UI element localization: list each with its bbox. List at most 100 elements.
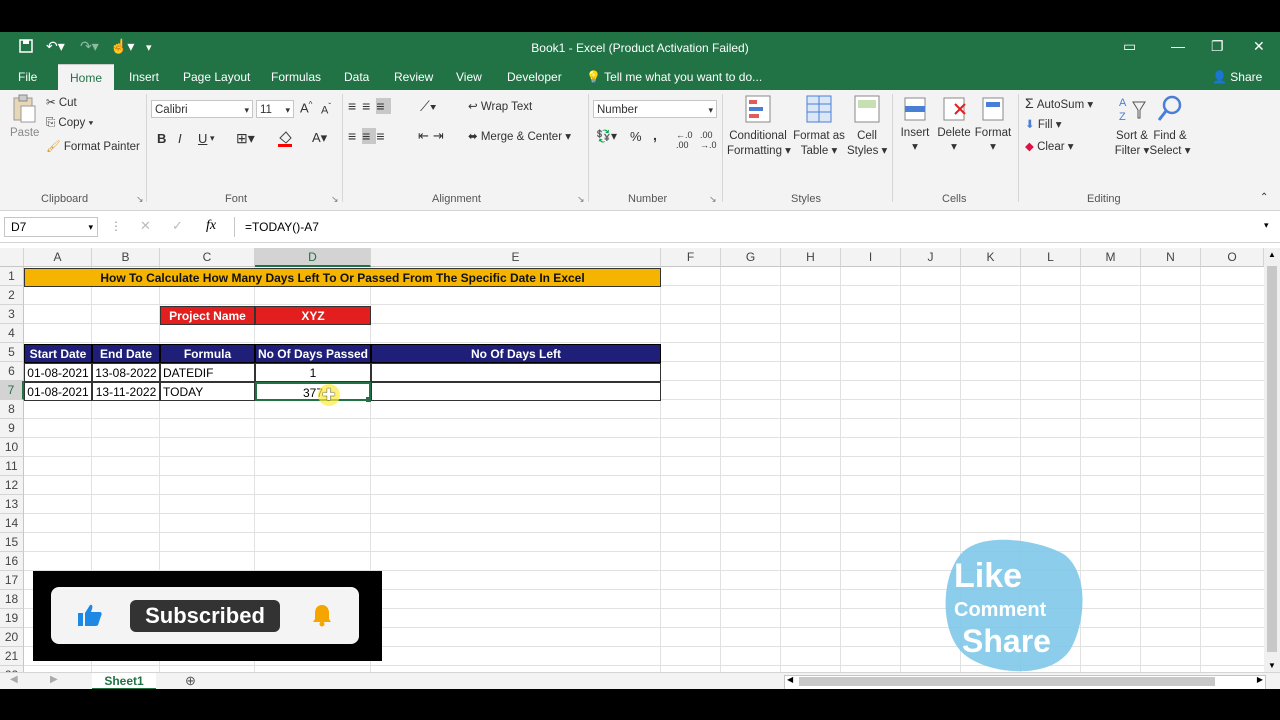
format-as-table-button[interactable]: Format as Table ▾ — [793, 94, 845, 159]
decrease-decimal-icon[interactable]: .00 →.0 — [700, 130, 717, 150]
grow-font-icon[interactable]: A^ — [300, 100, 312, 115]
horizontal-scrollbar[interactable]: ◀ ▶ — [784, 675, 1266, 689]
close-icon[interactable]: ✕ — [1253, 38, 1265, 55]
borders-icon[interactable]: ⊞▾ — [236, 130, 255, 147]
column-header-j[interactable]: J — [901, 248, 961, 267]
indent-icons[interactable]: ⇤⇥ — [418, 128, 448, 144]
table-cell[interactable]: 13-08-2022 — [92, 363, 160, 382]
merge-center-button[interactable]: ⬌ Merge & Center ▾ — [468, 129, 571, 143]
percent-button[interactable]: % — [630, 129, 642, 144]
table-cell[interactable] — [371, 363, 661, 382]
cut-button[interactable]: ✂ Cut — [46, 95, 77, 109]
row-header-15[interactable]: 15 — [0, 533, 24, 552]
column-header-g[interactable]: G — [721, 248, 781, 267]
row-header-6[interactable]: 6 — [0, 362, 24, 381]
autosum-button[interactable]: Σ AutoSum ▾ — [1025, 95, 1093, 111]
underline-dropdown-icon[interactable]: ▾ — [210, 133, 215, 144]
header-days-left[interactable]: No Of Days Left — [371, 344, 661, 363]
row-header-20[interactable]: 20 — [0, 628, 24, 647]
row-header-18[interactable]: 18 — [0, 590, 24, 609]
new-sheet-icon[interactable]: ⊕ — [185, 673, 196, 689]
wrap-text-button[interactable]: ↩ Wrap Text — [468, 99, 532, 113]
font-name-select[interactable]: Calibri ▾ — [151, 100, 253, 118]
tab-developer[interactable]: Developer — [503, 64, 566, 90]
tab-file[interactable]: File — [14, 64, 41, 90]
next-sheet-icon[interactable]: ▶ — [50, 674, 58, 685]
sheet-title-cell[interactable]: How To Calculate How Many Days Left To O… — [24, 268, 661, 287]
table-cell[interactable]: 13-11-2022 — [92, 382, 160, 401]
column-header-l[interactable]: L — [1021, 248, 1081, 267]
column-header-n[interactable]: N — [1141, 248, 1201, 267]
select-all-corner[interactable] — [0, 248, 24, 267]
clipboard-launcher-icon[interactable]: ↘ — [136, 194, 144, 205]
row-header-14[interactable]: 14 — [0, 514, 24, 533]
enter-icon[interactable]: ✓ — [172, 218, 183, 234]
shrink-font-icon[interactable]: Aˇ — [321, 102, 331, 117]
cell-styles-button[interactable]: Cell Styles ▾ — [847, 94, 887, 159]
row-header-4[interactable]: 4 — [0, 324, 24, 343]
underline-button[interactable]: U — [198, 131, 207, 146]
subscribed-button[interactable]: Subscribed — [130, 600, 280, 632]
row-header-5[interactable]: 5 — [0, 343, 24, 362]
row-header-17[interactable]: 17 — [0, 571, 24, 590]
find-select-button[interactable]: Find & Select ▾ — [1148, 94, 1192, 159]
delete-cells-button[interactable]: Delete ▾ — [936, 94, 972, 153]
format-painter-button[interactable]: 🖌 Format Painter — [46, 139, 140, 153]
italic-button[interactable]: I — [178, 131, 182, 146]
clear-button[interactable]: ◆ Clear ▾ — [1025, 139, 1074, 153]
scroll-thumb[interactable] — [1267, 266, 1277, 652]
paste-button[interactable]: Paste — [10, 94, 39, 139]
row-header-8[interactable]: 8 — [0, 400, 24, 419]
font-color-icon[interactable]: A▾ — [312, 130, 327, 146]
row-header-7[interactable]: 7 — [0, 381, 24, 400]
prev-sheet-icon[interactable]: ◀ — [10, 674, 18, 685]
scroll-up-icon[interactable]: ▲ — [1268, 250, 1276, 259]
tab-home[interactable]: Home — [58, 64, 114, 91]
tab-review[interactable]: Review — [390, 64, 437, 90]
row-header-16[interactable]: 16 — [0, 552, 24, 571]
accounting-format-icon[interactable]: 💱▾ — [596, 129, 617, 143]
ribbon-display-icon[interactable]: ▭ — [1123, 38, 1136, 55]
tab-view[interactable]: View — [452, 64, 486, 90]
hscroll-thumb[interactable] — [799, 677, 1215, 686]
column-header-c[interactable]: C — [160, 248, 255, 267]
header-formula[interactable]: Formula — [160, 344, 255, 363]
font-launcher-icon[interactable]: ↘ — [331, 194, 339, 205]
column-header-i[interactable]: I — [841, 248, 901, 267]
fill-handle[interactable] — [366, 397, 371, 402]
active-cell-d7[interactable]: 377 — [255, 382, 371, 401]
alignment-launcher-icon[interactable]: ↘ — [577, 194, 585, 205]
column-header-d[interactable]: D — [255, 248, 371, 267]
scroll-left-icon[interactable]: ◀ — [787, 675, 793, 684]
vertical-align-icons[interactable]: ≡≡≡ — [348, 98, 391, 114]
row-header-2[interactable]: 2 — [0, 286, 24, 305]
bell-icon[interactable] — [311, 603, 333, 632]
fill-button[interactable]: ⬇ Fill ▾ — [1025, 117, 1062, 131]
number-launcher-icon[interactable]: ↘ — [709, 194, 717, 205]
share-button[interactable]: 👤 Share — [1208, 64, 1266, 90]
comma-button[interactable]: , — [653, 127, 657, 143]
row-header-9[interactable]: 9 — [0, 419, 24, 438]
tab-data[interactable]: Data — [340, 64, 373, 90]
insert-function-button[interactable]: fx — [206, 218, 216, 234]
cancel-icon[interactable]: ✕ — [140, 218, 151, 234]
table-cell[interactable]: TODAY — [160, 382, 255, 401]
row-header-21[interactable]: 21 — [0, 647, 24, 666]
tell-me-search[interactable]: 💡 Tell me what you want to do... — [582, 64, 766, 90]
conditional-formatting-button[interactable]: Conditional Formatting ▾ — [727, 94, 791, 159]
insert-cells-button[interactable]: Insert ▾ — [898, 94, 932, 153]
row-header-19[interactable]: 19 — [0, 609, 24, 628]
row-header-11[interactable]: 11 — [0, 457, 24, 476]
table-cell[interactable]: 01-08-2021 — [24, 363, 92, 382]
column-header-m[interactable]: M — [1081, 248, 1141, 267]
vertical-scrollbar[interactable]: ▲ ▼ — [1264, 248, 1280, 672]
table-cell[interactable]: 01-08-2021 — [24, 382, 92, 401]
project-name-label-cell[interactable]: Project Name — [160, 306, 255, 325]
row-header-10[interactable]: 10 — [0, 438, 24, 457]
scroll-down-icon[interactable]: ▼ — [1268, 661, 1276, 670]
project-name-value-cell[interactable]: XYZ — [255, 306, 371, 325]
name-box[interactable]: D7 ▾ — [4, 217, 98, 237]
number-format-select[interactable]: Number ▾ — [593, 100, 717, 118]
bold-button[interactable]: B — [157, 131, 166, 146]
formula-input[interactable]: =TODAY()-A7 — [234, 217, 1274, 237]
